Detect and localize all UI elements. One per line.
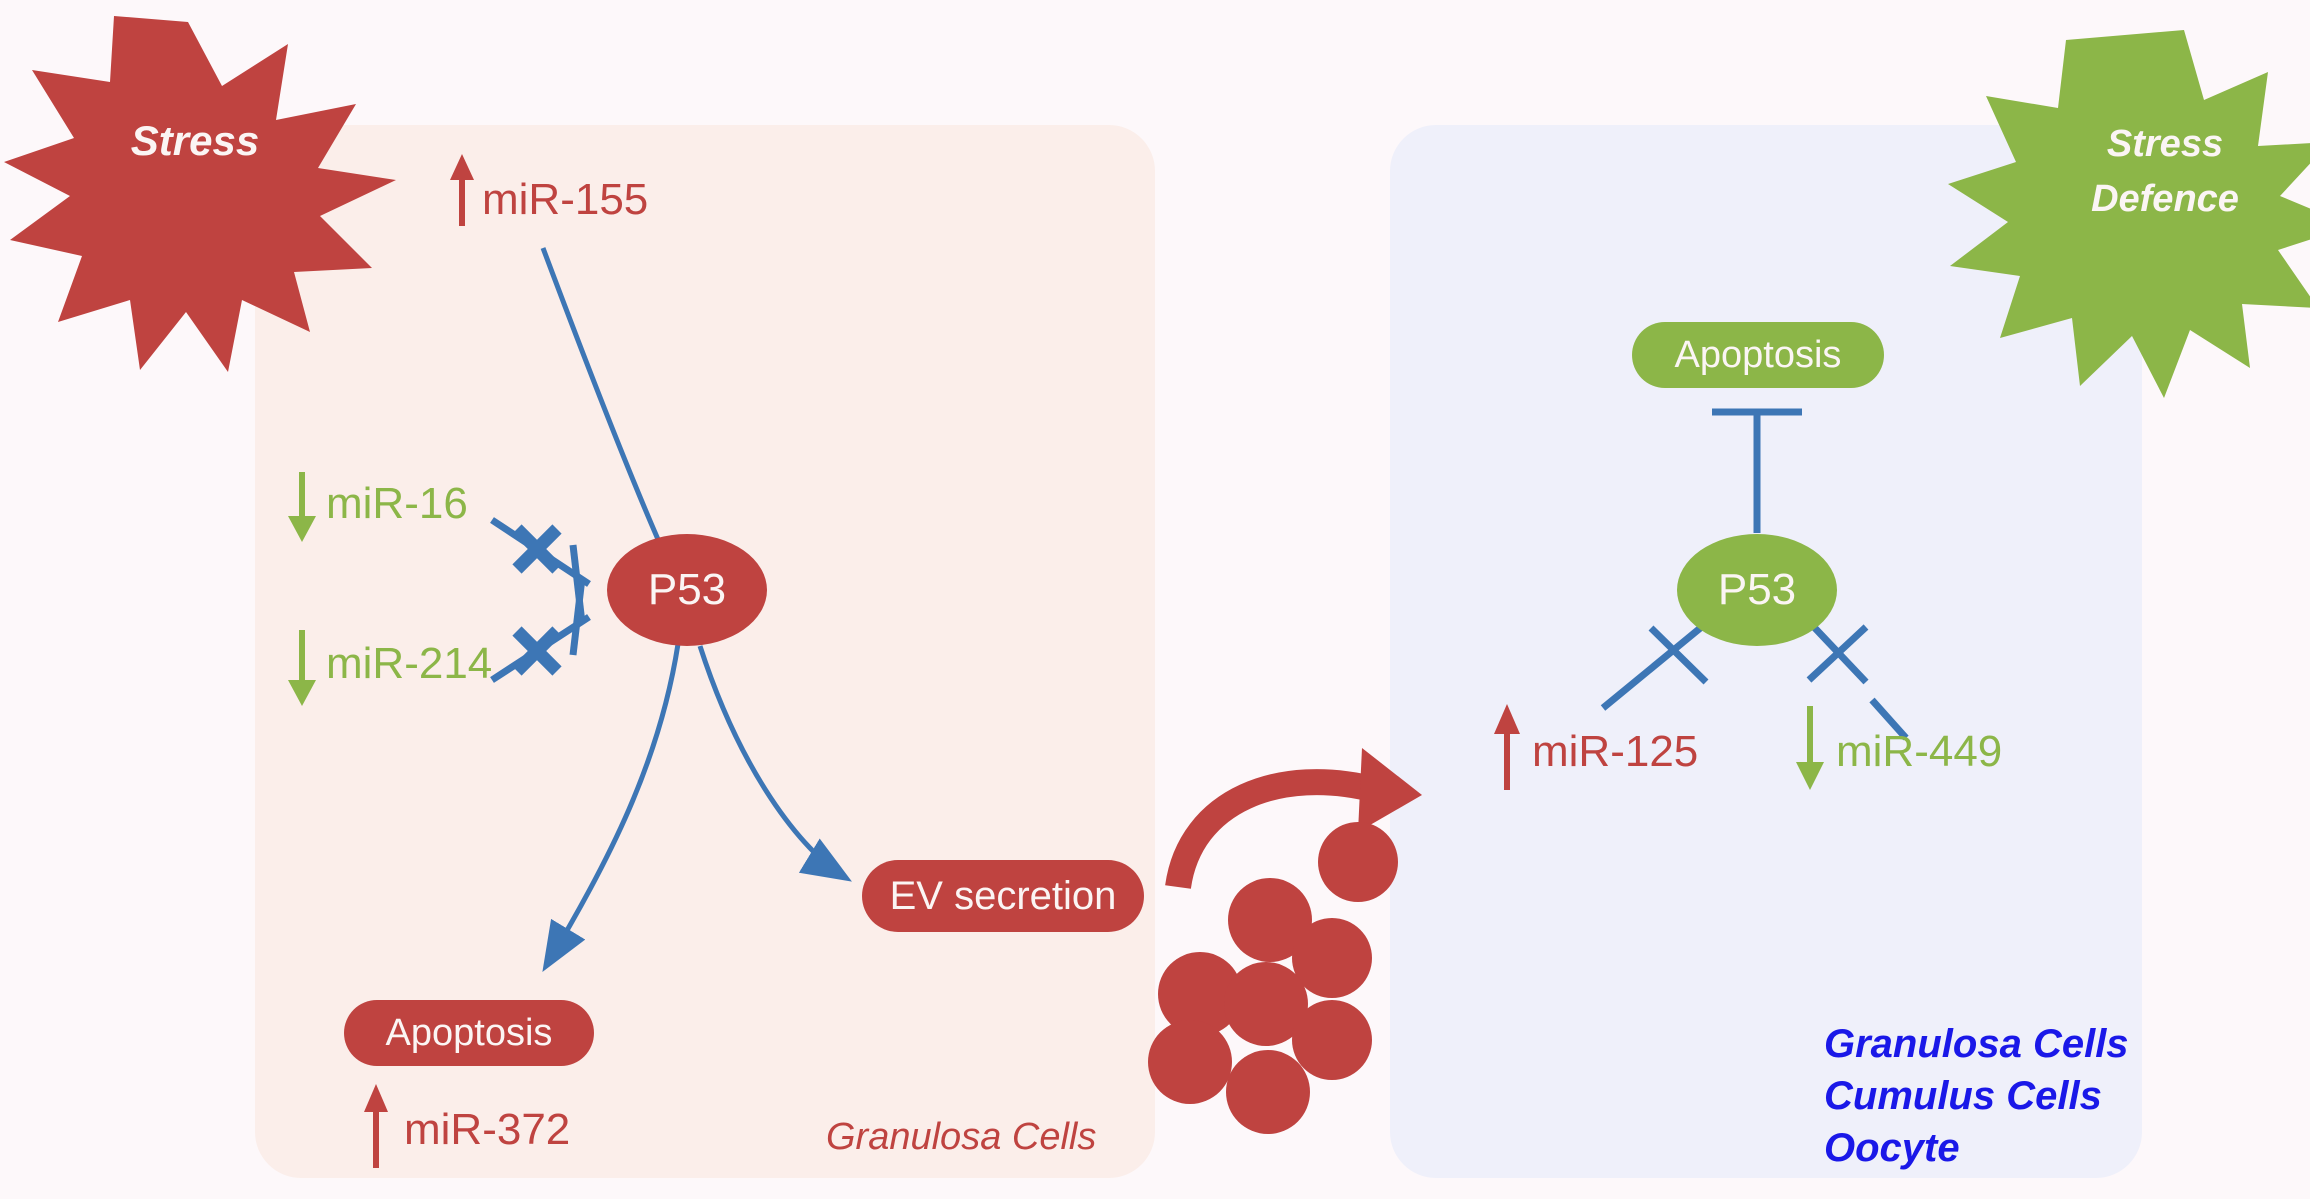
right-panel-caption-line1: Granulosa Cells [1824, 1022, 2129, 1066]
node-p53-right-label: P53 [1717, 565, 1797, 614]
mirna-label-mir372: miR-372 [404, 1105, 571, 1154]
figure-canvas: Stress Stress Defence P53 EV secretion A… [0, 0, 2310, 1199]
stress-defence-badge-label-line2: Defence [2091, 178, 2239, 220]
mirna-label-mir155: miR-155 [482, 175, 649, 224]
stress-defence-badge-label-line1: Stress [2106, 123, 2224, 165]
mirna-label-mir449: miR-449 [1836, 727, 2003, 776]
ev-vesicle [1292, 1000, 1372, 1080]
node-apoptosis-right-label: Apoptosis [1674, 333, 1842, 376]
ev-vesicle [1226, 1050, 1310, 1134]
node-apoptosis-left-label: Apoptosis [385, 1011, 553, 1054]
ev-vesicle [1318, 822, 1398, 902]
mirna-label-mir125: miR-125 [1532, 727, 1699, 776]
mirna-label-mir16: miR-16 [326, 479, 468, 528]
right-panel-caption-line3: Oocyte [1824, 1126, 1960, 1170]
right-panel-caption-line2: Cumulus Cells [1824, 1074, 2102, 1118]
ev-vesicle [1292, 918, 1372, 998]
mirna-label-mir214: miR-214 [326, 639, 493, 688]
node-p53-left-label: P53 [647, 565, 727, 614]
node-ev-secretion-label: EV secretion [889, 873, 1117, 918]
left-panel-caption: Granulosa Cells [826, 1116, 1097, 1158]
ev-vesicle [1148, 1020, 1232, 1104]
stress-badge-label: Stress [130, 117, 260, 164]
